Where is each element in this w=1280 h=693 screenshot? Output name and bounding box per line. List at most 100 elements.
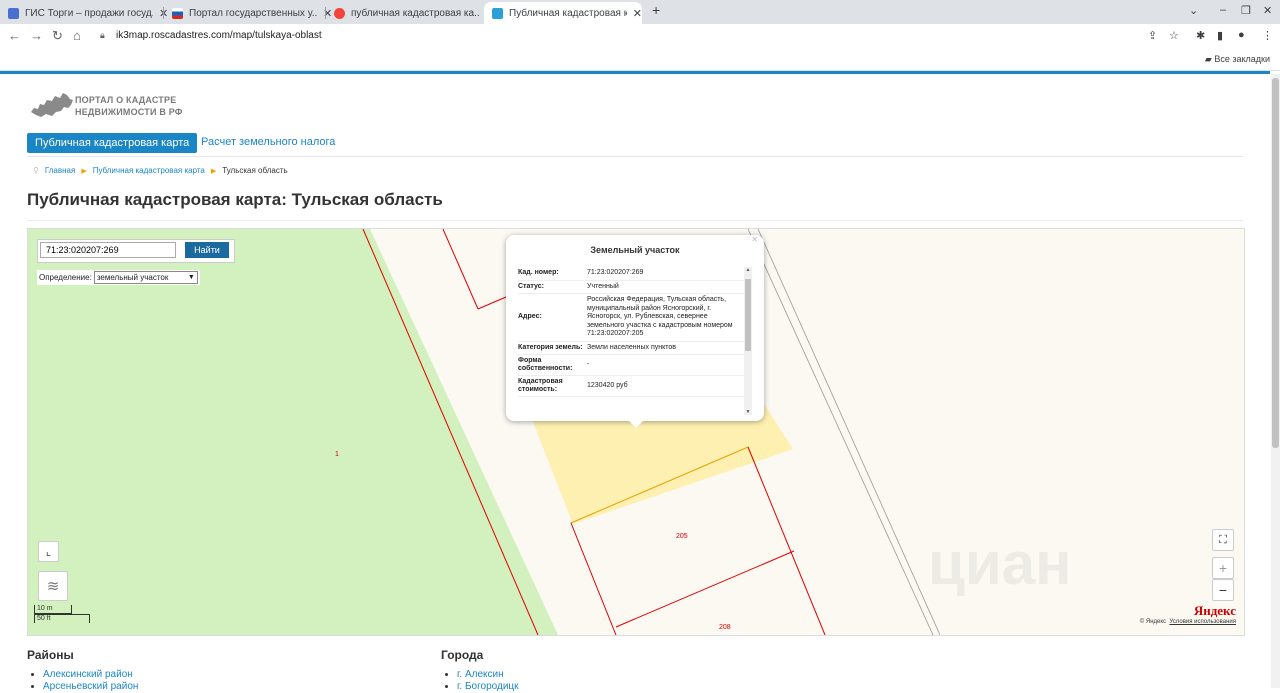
tab-title: публичная кадастровая ка... bbox=[351, 7, 479, 19]
popup-row-key: Форма собственности: bbox=[518, 357, 573, 372]
popup-scrollbar-thumb[interactable] bbox=[745, 279, 751, 351]
scroll-down-icon[interactable]: ▼ bbox=[744, 409, 752, 415]
all-bookmarks-label: Все закладки bbox=[1214, 54, 1270, 64]
menu-item-land-tax[interactable]: Расчет земельного налога bbox=[201, 136, 335, 148]
yandex-logo[interactable]: Яндекс bbox=[1194, 603, 1236, 619]
logo-line-1: ПОРТАЛ О КАДАСТРЕ bbox=[75, 95, 177, 105]
browser-tab-bar: ГИС Торги – продажи госуд... ✕ Портал го… bbox=[0, 0, 1280, 24]
close-tab-icon[interactable]: ✕ bbox=[633, 7, 642, 20]
tab-favicon-icon bbox=[334, 7, 345, 19]
popup-title: Земельный участок bbox=[590, 245, 680, 255]
cian-watermark: циан bbox=[928, 529, 1071, 598]
menu-icon[interactable]: ⋮ bbox=[1262, 29, 1273, 42]
browser-toolbar: ← → ↻ ⌂ 🔒︎ ik3map.roscadastres.com/map/t… bbox=[0, 24, 1280, 48]
popup-row-key: Адрес: bbox=[518, 313, 542, 321]
list-item: Алексинский район bbox=[43, 669, 138, 681]
definition-row: Определение: земельный участок ▼ bbox=[37, 270, 200, 285]
popup-row-key: Категория земель: bbox=[518, 343, 583, 351]
popup-row-value: - bbox=[587, 360, 590, 368]
site-menu: Публичная кадастровая карта Расчет земел… bbox=[27, 133, 1243, 157]
back-icon[interactable]: ← bbox=[8, 28, 21, 43]
browser-tab[interactable]: ГИС Торги – продажи госуд... ✕ bbox=[0, 2, 168, 24]
new-tab-icon[interactable]: + bbox=[652, 2, 660, 18]
fullscreen-icon[interactable]: ⛶ bbox=[1212, 529, 1234, 551]
menu-item-cadastral-map[interactable]: Публичная кадастровая карта bbox=[27, 133, 198, 153]
ruler-icon[interactable]: ⌞ bbox=[38, 541, 59, 562]
popup-row: Адрес: Российская Федерация, Тульская обл… bbox=[518, 294, 744, 342]
breadcrumb-cadastral-map[interactable]: Публичная кадастровая карта bbox=[93, 166, 205, 175]
side-panel-icon[interactable]: ▮ bbox=[1217, 29, 1223, 42]
layers-icon[interactable]: ≋ bbox=[38, 571, 68, 601]
terms-link[interactable]: Условия использования bbox=[1169, 619, 1236, 625]
cadastral-map[interactable]: циан 1 205 208 71:23:020207:269 Найти Оп… bbox=[27, 228, 1245, 636]
all-bookmarks[interactable]: ▰ Все закладки bbox=[1205, 54, 1270, 65]
popup-row-value: Земли населенных пунктов bbox=[587, 343, 677, 351]
green-area bbox=[28, 229, 558, 635]
breadcrumb-arrow-icon: ▶ bbox=[210, 167, 217, 175]
tab-title: Публичная кадастровая ка... bbox=[509, 7, 627, 19]
breadcrumb-current: Тульская область bbox=[222, 166, 288, 175]
popup-row-key: Кадастровая стоимость: bbox=[518, 378, 563, 393]
scroll-up-icon[interactable]: ▲ bbox=[744, 267, 752, 273]
folder-icon: ▰ bbox=[1204, 54, 1212, 64]
browser-tab[interactable]: публичная кадастровая ка... ✕ bbox=[326, 2, 494, 24]
tab-search-icon[interactable]: ⌄ bbox=[1189, 4, 1198, 17]
parcel-label: 1 bbox=[335, 451, 339, 458]
minimize-icon[interactable]: ‒ bbox=[1220, 4, 1226, 16]
header-accent-line bbox=[0, 71, 1270, 74]
list-item: Арсеньевский район bbox=[43, 681, 138, 693]
zoom-out-button[interactable]: − bbox=[1212, 579, 1234, 601]
definition-select-value: земельный участок bbox=[96, 273, 169, 282]
district-link[interactable]: Алексинский район bbox=[43, 669, 133, 680]
popup-row-value: Учтенный bbox=[587, 282, 619, 290]
browser-tab[interactable]: Портал государственных у... ✕ bbox=[164, 2, 332, 24]
tab-favicon-icon bbox=[8, 7, 19, 19]
popup-scrollbar[interactable]: ▲ ▼ bbox=[744, 267, 752, 415]
breadcrumb-home[interactable]: Главная bbox=[45, 166, 75, 175]
list-item: г. Алексин bbox=[457, 669, 519, 681]
extensions-icon[interactable]: ✱ bbox=[1196, 29, 1205, 42]
cadastral-number-input[interactable]: 71:23:020207:269 bbox=[40, 242, 176, 258]
browser-tab-active[interactable]: Публичная кадастровая ка... ✕ bbox=[484, 2, 642, 24]
tab-favicon-icon bbox=[492, 7, 503, 19]
parcel-label: 205 bbox=[676, 533, 688, 540]
scale-meters: 10 m bbox=[34, 605, 72, 614]
forward-icon[interactable]: → bbox=[30, 28, 43, 43]
site-info-icon[interactable]: 🔒︎ bbox=[100, 30, 105, 41]
popup-row-value: Российская Федерация, Тульская область, … bbox=[587, 296, 733, 337]
site-logo-text[interactable]: ПОРТАЛ О КАДАСТРЕ НЕДВИЖИМОСТИ В РФ bbox=[75, 94, 183, 118]
home-icon[interactable]: ⌂ bbox=[73, 28, 81, 43]
popup-row-key: Статус: bbox=[518, 282, 544, 290]
parcel-info-popup: ✕ Земельный участок Кад. номер: 71:23:020… bbox=[506, 235, 764, 428]
district-link[interactable]: Арсеньевский район bbox=[43, 681, 138, 692]
page-scrollbar[interactable] bbox=[1271, 74, 1280, 688]
map-scale: 10 m 50 ft bbox=[34, 605, 90, 623]
cities-heading: Города bbox=[441, 648, 484, 662]
zoom-in-button[interactable]: + bbox=[1212, 557, 1234, 579]
cities-list: г. Алексин г. Богородицк bbox=[441, 669, 519, 693]
parcel-label: 208 bbox=[719, 624, 731, 631]
popup-pointer bbox=[627, 419, 645, 428]
profile-icon[interactable]: ● bbox=[1238, 29, 1245, 41]
russia-map-logo-icon[interactable] bbox=[30, 90, 74, 120]
chevron-down-icon: ▼ bbox=[187, 274, 195, 281]
reload-icon[interactable]: ↻ bbox=[52, 28, 63, 44]
find-button[interactable]: Найти bbox=[185, 242, 229, 258]
tab-title: ГИС Торги – продажи госуд... bbox=[25, 7, 153, 19]
restore-icon[interactable]: ❐ bbox=[1241, 4, 1251, 17]
close-icon[interactable]: ✕ bbox=[751, 235, 758, 244]
parcel-border bbox=[570, 522, 617, 635]
location-pin-icon: ⚲ bbox=[33, 166, 39, 175]
city-link[interactable]: г. Богородицк bbox=[457, 681, 519, 692]
bookmark-star-icon[interactable]: ☆ bbox=[1169, 29, 1179, 42]
scrollbar-thumb[interactable] bbox=[1272, 78, 1279, 448]
list-item: г. Богородицк bbox=[457, 681, 519, 693]
close-window-icon[interactable]: ✕ bbox=[1263, 4, 1272, 17]
parcel-border bbox=[477, 296, 507, 310]
popup-row: Статус: Учтенный bbox=[518, 281, 744, 294]
definition-select[interactable]: земельный участок ▼ bbox=[93, 271, 198, 284]
share-icon[interactable]: ⇪ bbox=[1148, 29, 1157, 42]
watermark-text: циан bbox=[928, 530, 1072, 597]
address-bar[interactable]: 🔒︎ ik3map.roscadastres.com/map/tulskaya-… bbox=[92, 27, 1162, 45]
city-link[interactable]: г. Алексин bbox=[457, 669, 504, 680]
